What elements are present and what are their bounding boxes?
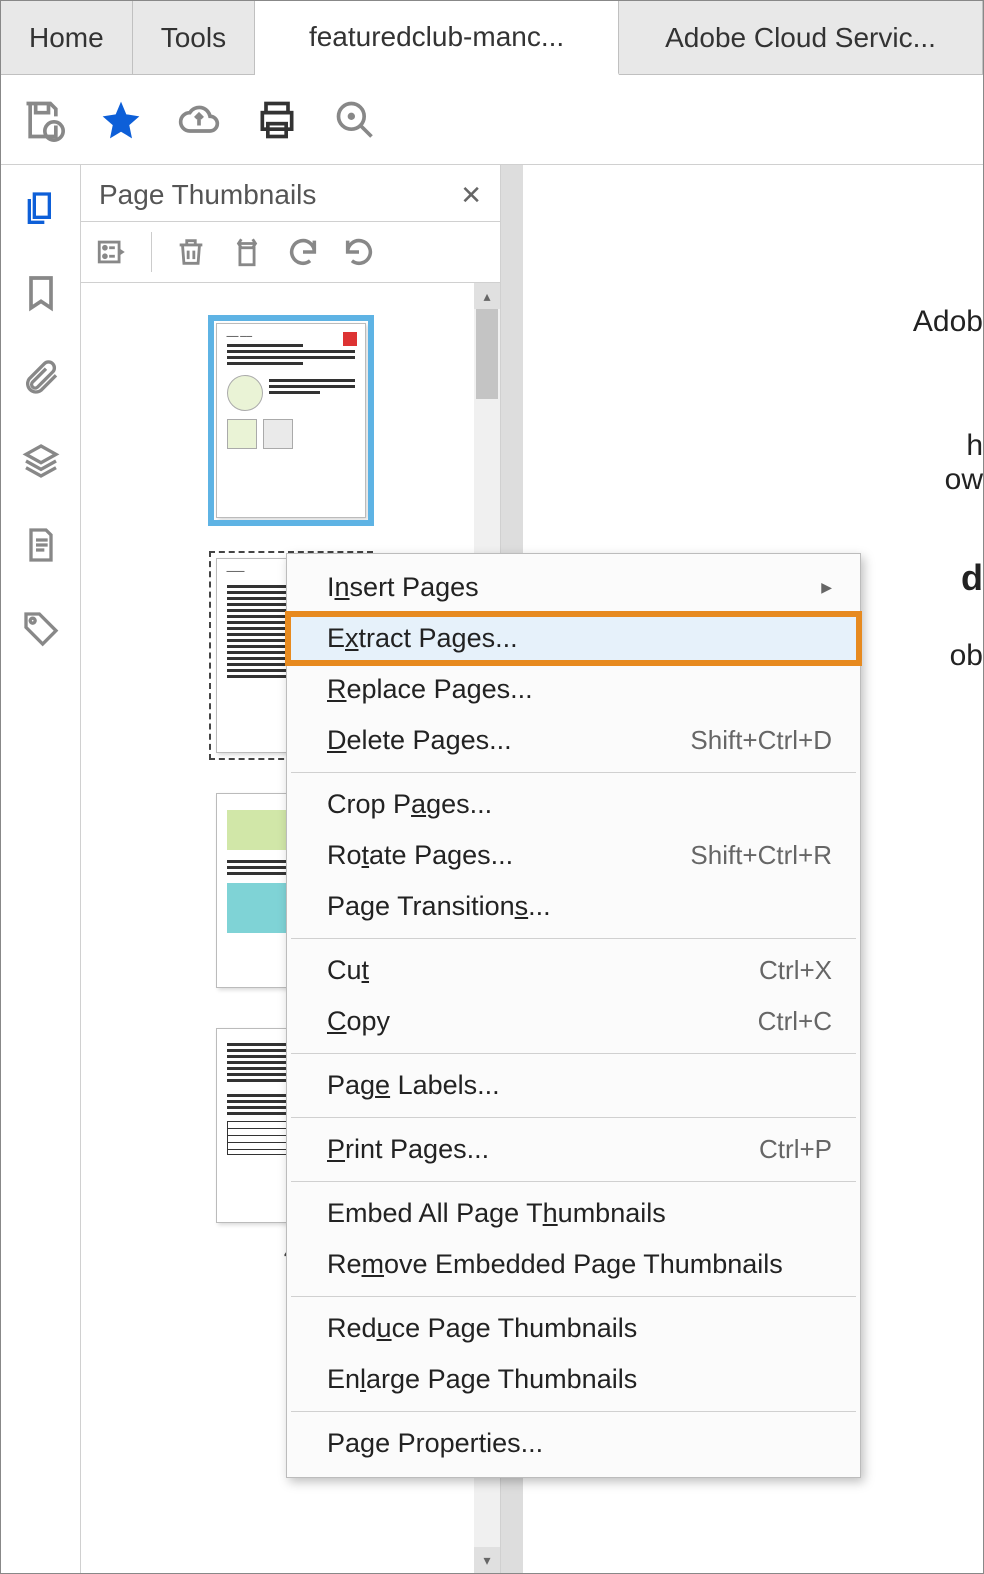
- undo-icon[interactable]: [286, 235, 320, 269]
- rotate-page-icon[interactable]: [230, 235, 264, 269]
- thumbnail-toolbar: [81, 222, 500, 283]
- menu-copy[interactable]: Copy Ctrl+C: [287, 996, 860, 1047]
- tab-document-2[interactable]: Adobe Cloud Servic...: [619, 1, 983, 74]
- tag-rail-icon[interactable]: [21, 609, 61, 649]
- menu-print-pages[interactable]: Print Pages... Ctrl+P: [287, 1124, 860, 1175]
- menu-extract-pages[interactable]: Extract Pages...: [287, 613, 860, 664]
- menu-reduce-thumbnails[interactable]: Reduce Page Thumbnails: [287, 1303, 860, 1354]
- menu-page-transitions[interactable]: Page Transitions...: [287, 881, 860, 932]
- scrollbar-thumb[interactable]: [476, 309, 498, 399]
- tab-tools[interactable]: Tools: [133, 1, 255, 74]
- context-menu: Insert Pages ▶ Extract Pages... Replace …: [286, 553, 861, 1478]
- menu-replace-pages[interactable]: Replace Pages...: [287, 664, 860, 715]
- menu-crop-pages[interactable]: Crop Pages...: [287, 779, 860, 830]
- options-menu-icon[interactable]: [95, 235, 129, 269]
- page-thumbnail-1[interactable]: —— ——: [216, 323, 366, 518]
- close-panel-icon[interactable]: ✕: [460, 180, 482, 211]
- tab-home[interactable]: Home: [1, 1, 133, 74]
- side-rail: [1, 165, 81, 1573]
- search-icon[interactable]: [333, 98, 377, 142]
- submenu-arrow-icon: ▶: [821, 579, 832, 596]
- doc-text-fragment: ow: [533, 463, 983, 497]
- save-icon[interactable]: [21, 98, 65, 142]
- shortcut-label: Shift+Ctrl+R: [690, 840, 832, 871]
- shortcut-label: Ctrl+P: [759, 1134, 832, 1165]
- delete-icon[interactable]: [174, 235, 208, 269]
- doc-text-fragment: Adob: [533, 305, 983, 339]
- shortcut-label: Shift+Ctrl+D: [690, 725, 832, 756]
- tab-document-1[interactable]: featuredclub-manc...: [255, 1, 619, 75]
- scroll-up-icon[interactable]: ▴: [474, 283, 500, 309]
- bookmark-rail-icon[interactable]: [21, 273, 61, 313]
- menu-delete-pages[interactable]: Delete Pages... Shift+Ctrl+D: [287, 715, 860, 766]
- shortcut-label: Ctrl+X: [759, 955, 832, 986]
- print-icon[interactable]: [255, 98, 299, 142]
- menu-insert-pages[interactable]: Insert Pages ▶: [287, 562, 860, 613]
- menu-page-properties[interactable]: Page Properties...: [287, 1418, 860, 1469]
- scroll-down-icon[interactable]: ▾: [474, 1547, 500, 1573]
- menu-rotate-pages[interactable]: Rotate Pages... Shift+Ctrl+R: [287, 830, 860, 881]
- main-toolbar: [1, 75, 983, 165]
- panel-title: Page Thumbnails: [99, 179, 316, 211]
- menu-page-labels[interactable]: Page Labels...: [287, 1060, 860, 1111]
- thumbnails-rail-icon[interactable]: [21, 189, 61, 229]
- menu-remove-embedded-thumbnails[interactable]: Remove Embedded Page Thumbnails: [287, 1239, 860, 1290]
- layers-rail-icon[interactable]: [21, 441, 61, 481]
- document-rail-icon[interactable]: [21, 525, 61, 565]
- menu-enlarge-thumbnails[interactable]: Enlarge Page Thumbnails: [287, 1354, 860, 1405]
- menu-embed-thumbnails[interactable]: Embed All Page Thumbnails: [287, 1188, 860, 1239]
- tab-bar: Home Tools featuredclub-manc... Adobe Cl…: [1, 1, 983, 75]
- menu-cut[interactable]: Cut Ctrl+X: [287, 945, 860, 996]
- doc-text-fragment: h: [533, 429, 983, 463]
- redo-icon[interactable]: [342, 235, 376, 269]
- cloud-upload-icon[interactable]: [177, 98, 221, 142]
- attachment-rail-icon[interactable]: [21, 357, 61, 397]
- star-icon[interactable]: [99, 98, 143, 142]
- shortcut-label: Ctrl+C: [758, 1006, 832, 1037]
